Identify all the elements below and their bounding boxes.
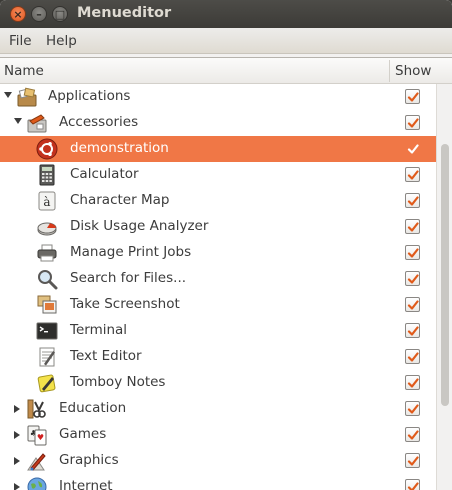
svg-text:♥: ♥ [37, 433, 44, 442]
show-checkbox[interactable] [405, 193, 420, 208]
row-label: Internet [59, 478, 113, 490]
tree-row[interactable]: Take Screenshot [0, 292, 436, 318]
row-label: Search for Files... [70, 270, 187, 286]
tree-row[interactable]: Internet [0, 474, 436, 490]
screenshot-icon [36, 294, 58, 316]
show-checkbox[interactable] [405, 297, 420, 312]
show-checkbox[interactable] [405, 427, 420, 442]
menueditor-window: × – □ Menueditor File Help Name Show App… [0, 0, 452, 490]
show-checkbox[interactable] [405, 115, 420, 130]
menu-file[interactable]: File [9, 33, 32, 49]
tree-row[interactable]: Text Editor [0, 344, 436, 370]
tree-row[interactable]: Calculator [0, 162, 436, 188]
tree-row[interactable]: à Character Map [0, 188, 436, 214]
show-checkbox[interactable] [405, 141, 420, 156]
text-editor-icon [36, 346, 58, 368]
tree-row[interactable]: Tomboy Notes [0, 370, 436, 396]
row-label: Games [59, 426, 107, 442]
expander-collapsed-icon[interactable] [14, 405, 20, 413]
tomboy-icon [36, 372, 58, 394]
tree-row[interactable]: Terminal [0, 318, 436, 344]
expander-expanded-icon[interactable] [14, 118, 22, 124]
show-checkbox[interactable] [405, 167, 420, 182]
character-map-icon: à [36, 190, 58, 212]
row-label: Graphics [59, 452, 119, 468]
show-checkbox[interactable] [405, 245, 420, 260]
expander-collapsed-icon[interactable] [14, 431, 20, 439]
column-header-name[interactable]: Name [4, 63, 44, 79]
show-checkbox[interactable] [405, 453, 420, 468]
printer-icon [36, 242, 58, 264]
scrollbar-thumb[interactable] [441, 144, 449, 406]
show-checkbox[interactable] [405, 401, 420, 416]
show-checkbox[interactable] [405, 271, 420, 286]
row-label: Text Editor [70, 348, 142, 364]
tree-header: Name Show [0, 58, 452, 84]
tree-row[interactable]: Education [0, 396, 436, 422]
row-label: Take Screenshot [70, 296, 180, 312]
show-checkbox[interactable] [405, 479, 420, 490]
show-checkbox[interactable] [405, 323, 420, 338]
menu-tree: Name Show Applications Accessories demonst… [0, 57, 452, 490]
tree-row[interactable]: Manage Print Jobs [0, 240, 436, 266]
calculator-icon [36, 164, 58, 186]
column-header-show[interactable]: Show [395, 63, 431, 79]
close-button[interactable]: × [10, 6, 26, 22]
graphics-icon [26, 450, 48, 472]
ubuntu-icon [36, 138, 58, 160]
row-label: Tomboy Notes [70, 374, 166, 390]
accessories-icon [26, 112, 48, 134]
terminal-icon [36, 320, 58, 342]
row-label: Terminal [70, 322, 128, 338]
tree-row[interactable]: Search for Files... [0, 266, 436, 292]
expander-collapsed-icon[interactable] [14, 457, 20, 465]
column-separator [389, 60, 390, 82]
title-bar[interactable]: × – □ Menueditor [0, 0, 452, 28]
menu-bar: File Help [0, 28, 452, 54]
education-icon [26, 398, 48, 420]
row-label: Calculator [70, 166, 139, 182]
games-icon: ♣ ♥ [26, 424, 48, 446]
row-label: Education [59, 400, 127, 416]
show-checkbox[interactable] [405, 349, 420, 364]
show-checkbox[interactable] [405, 375, 420, 390]
svg-text:à: à [43, 195, 50, 209]
tree-row[interactable]: Accessories [0, 110, 436, 136]
window-title: Menueditor [77, 5, 172, 21]
tree-row[interactable]: Disk Usage Analyzer [0, 214, 436, 240]
expander-collapsed-icon[interactable] [14, 483, 20, 490]
tree-row[interactable]: Graphics [0, 448, 436, 474]
search-icon [36, 268, 58, 290]
minimize-button[interactable]: – [31, 6, 47, 22]
show-checkbox[interactable] [405, 219, 420, 234]
internet-icon [26, 476, 48, 490]
tree-row[interactable]: ♣ ♥ Games [0, 422, 436, 448]
tree-row[interactable]: demonstration [0, 136, 436, 162]
tree-row[interactable]: Applications [0, 84, 436, 110]
row-label: Applications [48, 88, 131, 104]
show-checkbox[interactable] [405, 89, 420, 104]
row-label: Character Map [70, 192, 170, 208]
row-label: Accessories [59, 114, 139, 130]
row-label: Manage Print Jobs [70, 244, 192, 260]
row-label: demonstration [70, 140, 169, 156]
applications-icon [16, 86, 38, 108]
tree-rows: Applications Accessories demonstration Calc… [0, 84, 436, 490]
maximize-button[interactable]: □ [52, 6, 68, 22]
menu-help[interactable]: Help [46, 33, 77, 49]
expander-expanded-icon[interactable] [4, 92, 12, 98]
disk-usage-icon [36, 216, 58, 238]
vertical-scrollbar[interactable] [436, 84, 452, 490]
row-label: Disk Usage Analyzer [70, 218, 209, 234]
